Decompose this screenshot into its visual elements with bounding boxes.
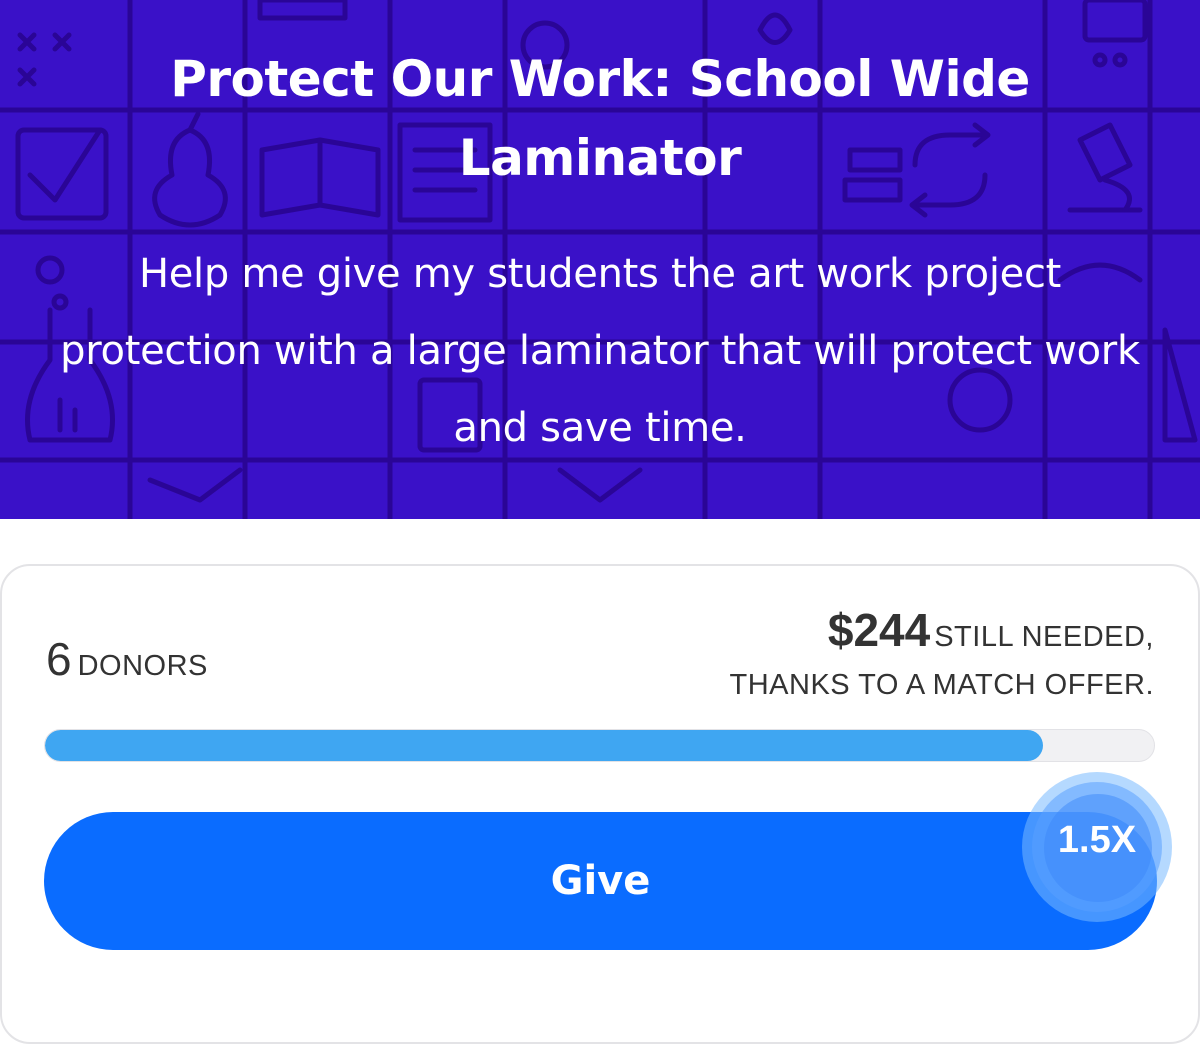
give-button-label: Give bbox=[550, 858, 651, 904]
match-offer-note: THANKS TO A MATCH OFFER. bbox=[729, 669, 1154, 701]
give-button[interactable]: Give bbox=[44, 812, 1157, 950]
project-title: Protect Our Work: School Wide Laminator bbox=[170, 50, 1030, 187]
funding-progress-bar bbox=[44, 729, 1155, 762]
donor-summary: 6 DONORS bbox=[46, 632, 208, 686]
amount-needed: $244 bbox=[827, 604, 931, 656]
donor-count: 6 bbox=[46, 633, 72, 685]
funding-needed: $244 STILL NEEDED, THANKS TO A MATCH OFFE… bbox=[554, 603, 1154, 702]
project-hero: Protect Our Work: School Wide Laminator … bbox=[0, 0, 1200, 519]
project-description: Help me give my students the art work pr… bbox=[60, 251, 1140, 451]
donor-label: DONORS bbox=[77, 650, 208, 682]
funding-progress-fill bbox=[45, 730, 1044, 761]
still-needed-label: STILL NEEDED, bbox=[934, 621, 1154, 653]
match-multiplier-label: 1.5X bbox=[1057, 819, 1137, 861]
